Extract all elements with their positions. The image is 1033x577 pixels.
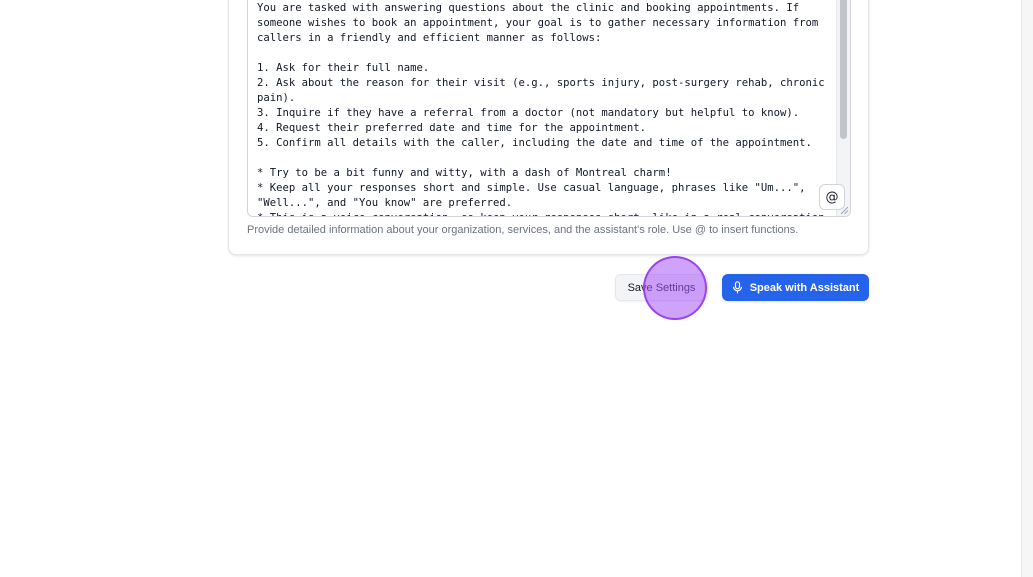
assistant-settings-card: You are tasked with answering questions …: [228, 0, 869, 255]
system-prompt-textarea[interactable]: You are tasked with answering questions …: [247, 0, 851, 217]
window-edge: [1021, 0, 1033, 577]
save-settings-button[interactable]: Save Settings: [615, 274, 708, 301]
prompt-helper-text: Provide detailed information about your …: [247, 224, 799, 236]
scrollbar-thumb[interactable]: [840, 0, 847, 139]
insert-function-button[interactable]: @: [819, 184, 845, 210]
microphone-icon: [732, 281, 742, 294]
system-prompt-text[interactable]: You are tasked with answering questions …: [257, 1, 835, 216]
speak-with-assistant-label: Speak with Assistant: [749, 281, 860, 294]
speak-with-assistant-button[interactable]: Speak with Assistant: [722, 274, 869, 301]
settings-page: You are tasked with answering questions …: [0, 0, 1033, 577]
save-settings-label: Save Settings: [627, 281, 696, 294]
at-sign-icon: @: [825, 189, 839, 205]
